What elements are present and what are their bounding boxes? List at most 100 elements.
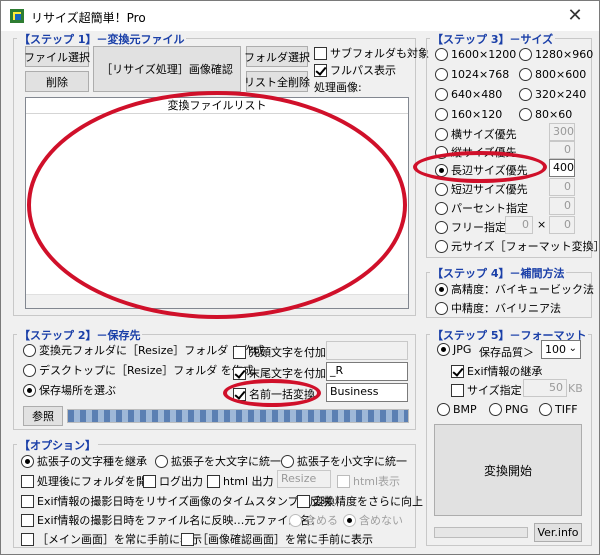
precision-checkbox[interactable]: 変換精度をさらに向上	[297, 493, 423, 509]
close-icon[interactable]: ✕	[561, 4, 589, 28]
radio-dot[interactable]	[435, 108, 448, 121]
radio-dot[interactable]	[435, 301, 448, 315]
bmp-radio[interactable]: BMP	[437, 403, 477, 416]
percent-input[interactable]: 0	[549, 197, 575, 215]
long-input[interactable]: 400	[549, 159, 575, 177]
checkbox-box[interactable]	[21, 532, 34, 546]
size-radio-1280[interactable]: 1280×960	[519, 48, 593, 61]
radio-dot[interactable]	[435, 201, 448, 215]
checkbox-box[interactable]	[233, 345, 246, 359]
confirm-top-checkbox[interactable]: ［画像確認画面］を常に手前に表示	[181, 531, 373, 547]
ext-upper-radio[interactable]: 拡張子を大文字に統一	[155, 453, 281, 469]
folder-select-button[interactable]: フォルダ選択	[244, 46, 310, 67]
jpg-radio[interactable]: JPG	[437, 343, 471, 356]
height-input[interactable]: 0	[549, 141, 575, 159]
radio-dot[interactable]	[437, 403, 450, 416]
main-top-checkbox[interactable]: ［メイン画面］を常に手前に表示	[21, 531, 202, 547]
png-radio[interactable]: PNG	[489, 403, 528, 416]
file-list[interactable]: 変換ファイルリスト	[25, 97, 409, 309]
html-output-checkbox[interactable]: html 出力	[207, 473, 274, 489]
checkbox-box[interactable]	[451, 364, 464, 378]
rename-input[interactable]: Business	[326, 383, 408, 402]
size-radio-1600[interactable]: 1600×1200	[435, 48, 516, 61]
checkbox-box[interactable]	[337, 474, 350, 488]
exif-filename-checkbox[interactable]: Exif情報の撮影日時をファイル名に反映…元ファイル名：	[21, 512, 321, 528]
size-limit-input[interactable]: 50	[523, 379, 567, 397]
percent-radio[interactable]: パーセント指定	[435, 200, 528, 216]
log-checkbox[interactable]: ログ出力	[143, 473, 203, 489]
tiff-radio[interactable]: TIFF	[539, 403, 578, 416]
radio-dot[interactable]	[435, 145, 448, 159]
radio-dot[interactable]	[437, 343, 450, 356]
radio-dot[interactable]	[435, 163, 448, 177]
include-radio[interactable]: 含める	[289, 512, 338, 528]
subfolder-checkbox[interactable]: サブフォルダも対象	[314, 45, 429, 61]
size-radio-800[interactable]: 800×600	[519, 68, 586, 81]
radio-dot[interactable]	[23, 363, 36, 377]
radio-dot[interactable]	[281, 454, 294, 468]
long-priority-radio[interactable]: 長辺サイズ優先	[435, 162, 528, 178]
prefix-input[interactable]	[326, 341, 408, 360]
exif-timestamp-checkbox[interactable]: Exif情報の撮影日時をリサイズ画像のタイムスタンプに反映	[21, 493, 332, 509]
horizontal-scrollbar[interactable]	[26, 294, 408, 308]
radio-dot[interactable]	[435, 127, 448, 141]
height-priority-radio[interactable]: 縦サイズ優先	[435, 144, 517, 160]
size-radio-160[interactable]: 160×120	[435, 108, 502, 121]
radio-dot[interactable]	[21, 454, 34, 468]
size-radio-640[interactable]: 640×480	[435, 88, 502, 101]
html-view-checkbox[interactable]: html表示	[337, 473, 400, 489]
size-radio-80[interactable]: 80×60	[519, 108, 572, 121]
save-choose-radio[interactable]: 保存場所を選ぶ	[23, 382, 116, 398]
free-height-input[interactable]: 0	[549, 216, 575, 234]
radio-dot[interactable]	[289, 513, 302, 527]
short-priority-radio[interactable]: 短辺サイズ優先	[435, 181, 528, 197]
radio-dot[interactable]	[435, 239, 448, 253]
interp-mid-radio[interactable]: 中精度：バイリニア法	[435, 300, 561, 316]
width-priority-radio[interactable]: 横サイズ優先	[435, 126, 517, 142]
browse-button[interactable]: 参照	[23, 406, 63, 426]
radio-dot[interactable]	[519, 88, 532, 101]
radio-dot[interactable]	[519, 68, 532, 81]
radio-dot[interactable]	[435, 282, 448, 296]
original-size-radio[interactable]: 元サイズ［フォーマット変換］	[435, 238, 600, 254]
size-radio-1024[interactable]: 1024×768	[435, 68, 509, 81]
checkbox-box[interactable]	[233, 366, 246, 380]
rename-checkbox[interactable]: 名前一括変換	[233, 386, 315, 402]
checkbox-box[interactable]	[21, 474, 34, 488]
radio-dot[interactable]	[343, 513, 356, 527]
radio-dot[interactable]	[435, 68, 448, 81]
short-input[interactable]: 0	[549, 178, 575, 196]
radio-dot[interactable]	[435, 88, 448, 101]
radio-dot[interactable]	[435, 48, 448, 61]
checkbox-box[interactable]	[451, 383, 464, 397]
save-source-folder-radio[interactable]: 変換元フォルダに［Resize］フォルダ を作成	[23, 342, 265, 358]
checkbox-box[interactable]	[233, 387, 246, 401]
start-conversion-button[interactable]: 変換開始	[434, 424, 582, 516]
free-radio[interactable]: フリー指定	[435, 219, 506, 235]
size-limit-checkbox[interactable]: サイズ指定	[451, 382, 522, 398]
radio-dot[interactable]	[539, 403, 552, 416]
radio-dot[interactable]	[519, 108, 532, 121]
ext-lower-radio[interactable]: 拡張子を小文字に統一	[281, 453, 407, 469]
ext-keep-radio[interactable]: 拡張子の文字種を継承	[21, 453, 147, 469]
file-select-button[interactable]: ファイル選択	[24, 46, 90, 67]
radio-dot[interactable]	[23, 383, 36, 397]
checkbox-box[interactable]	[207, 474, 220, 488]
checkbox-box[interactable]	[181, 532, 194, 546]
checkbox-box[interactable]	[143, 474, 156, 488]
version-info-button[interactable]: Ver.info	[534, 523, 582, 542]
prefix-checkbox[interactable]: 先頭文字を付加	[233, 344, 326, 360]
suffix-input[interactable]: _R	[326, 362, 408, 381]
radio-dot[interactable]	[435, 182, 448, 196]
radio-dot[interactable]	[519, 48, 532, 61]
delete-button[interactable]: 削除	[25, 71, 89, 92]
quality-select[interactable]: 100 ⌄	[541, 340, 581, 359]
exclude-radio[interactable]: 含めない	[343, 512, 403, 528]
interp-high-radio[interactable]: 高精度：バイキュービック法	[435, 281, 594, 297]
open-folder-checkbox[interactable]: 処理後にフォルダを開く	[21, 473, 158, 489]
radio-dot[interactable]	[435, 220, 448, 234]
checkbox-box[interactable]	[21, 494, 34, 508]
width-input[interactable]: 300	[549, 123, 575, 141]
delete-all-button[interactable]: リスト全削除	[244, 71, 310, 92]
radio-dot[interactable]	[489, 403, 502, 416]
